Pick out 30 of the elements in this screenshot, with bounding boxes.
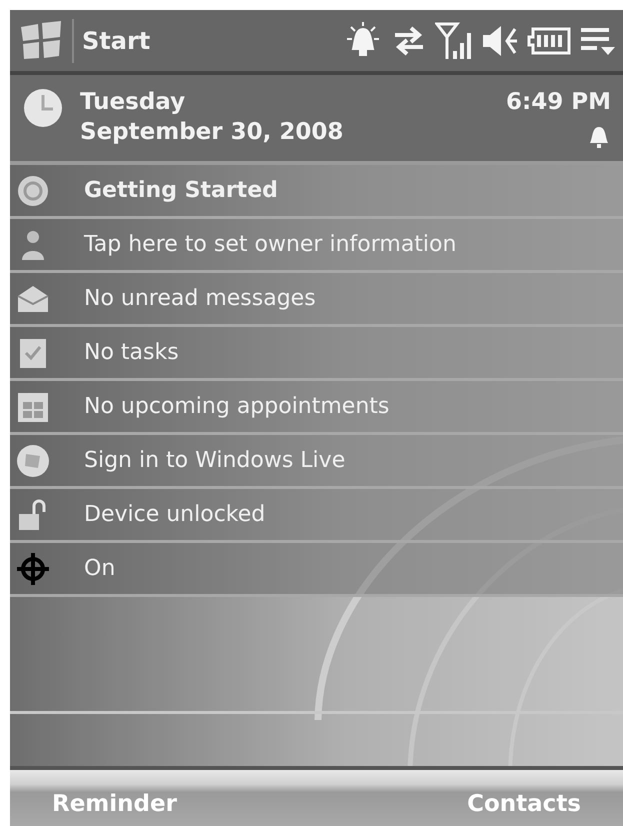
time-text: 6:49 PM bbox=[506, 88, 611, 117]
today-item[interactable]: Getting Started bbox=[10, 165, 623, 219]
today-item[interactable]: On bbox=[10, 543, 623, 597]
contacts-soft-key[interactable]: Contacts bbox=[467, 786, 581, 822]
battery-icon[interactable] bbox=[527, 26, 571, 54]
today-item[interactable]: No upcoming appointments bbox=[10, 381, 623, 435]
item-text: Device unlocked bbox=[84, 501, 266, 529]
today-item[interactable]: Tap here to set owner information bbox=[10, 219, 623, 273]
date-text: September 30, 2008 bbox=[80, 118, 344, 147]
date-panel[interactable]: Tuesday September 30, 2008 6:49 PM bbox=[10, 75, 623, 165]
bell-icon bbox=[587, 125, 611, 149]
item-text: Tap here to set owner information bbox=[84, 231, 456, 259]
today-item[interactable]: Sign in to Windows Live bbox=[10, 435, 623, 489]
item-text: Getting Started bbox=[84, 177, 278, 205]
item-text: Sign in to Windows Live bbox=[84, 447, 346, 475]
globe-icon bbox=[16, 444, 50, 478]
signal-icon[interactable] bbox=[435, 20, 473, 60]
clock-icon bbox=[22, 87, 64, 129]
day-text: Tuesday bbox=[80, 88, 186, 117]
reminder-soft-key[interactable]: Reminder bbox=[52, 786, 177, 822]
start-label[interactable]: Start bbox=[82, 22, 150, 58]
item-text: On bbox=[84, 555, 116, 583]
crosshair-icon bbox=[16, 552, 50, 586]
item-text: No unread messages bbox=[84, 285, 316, 313]
disc-icon bbox=[16, 174, 50, 208]
today-item[interactable]: No unread messages bbox=[10, 273, 623, 327]
today-item[interactable]: Device unlocked bbox=[10, 489, 623, 543]
item-text: No tasks bbox=[84, 339, 179, 367]
item-text: No upcoming appointments bbox=[84, 393, 390, 421]
today-item[interactable]: No tasks bbox=[10, 327, 623, 381]
